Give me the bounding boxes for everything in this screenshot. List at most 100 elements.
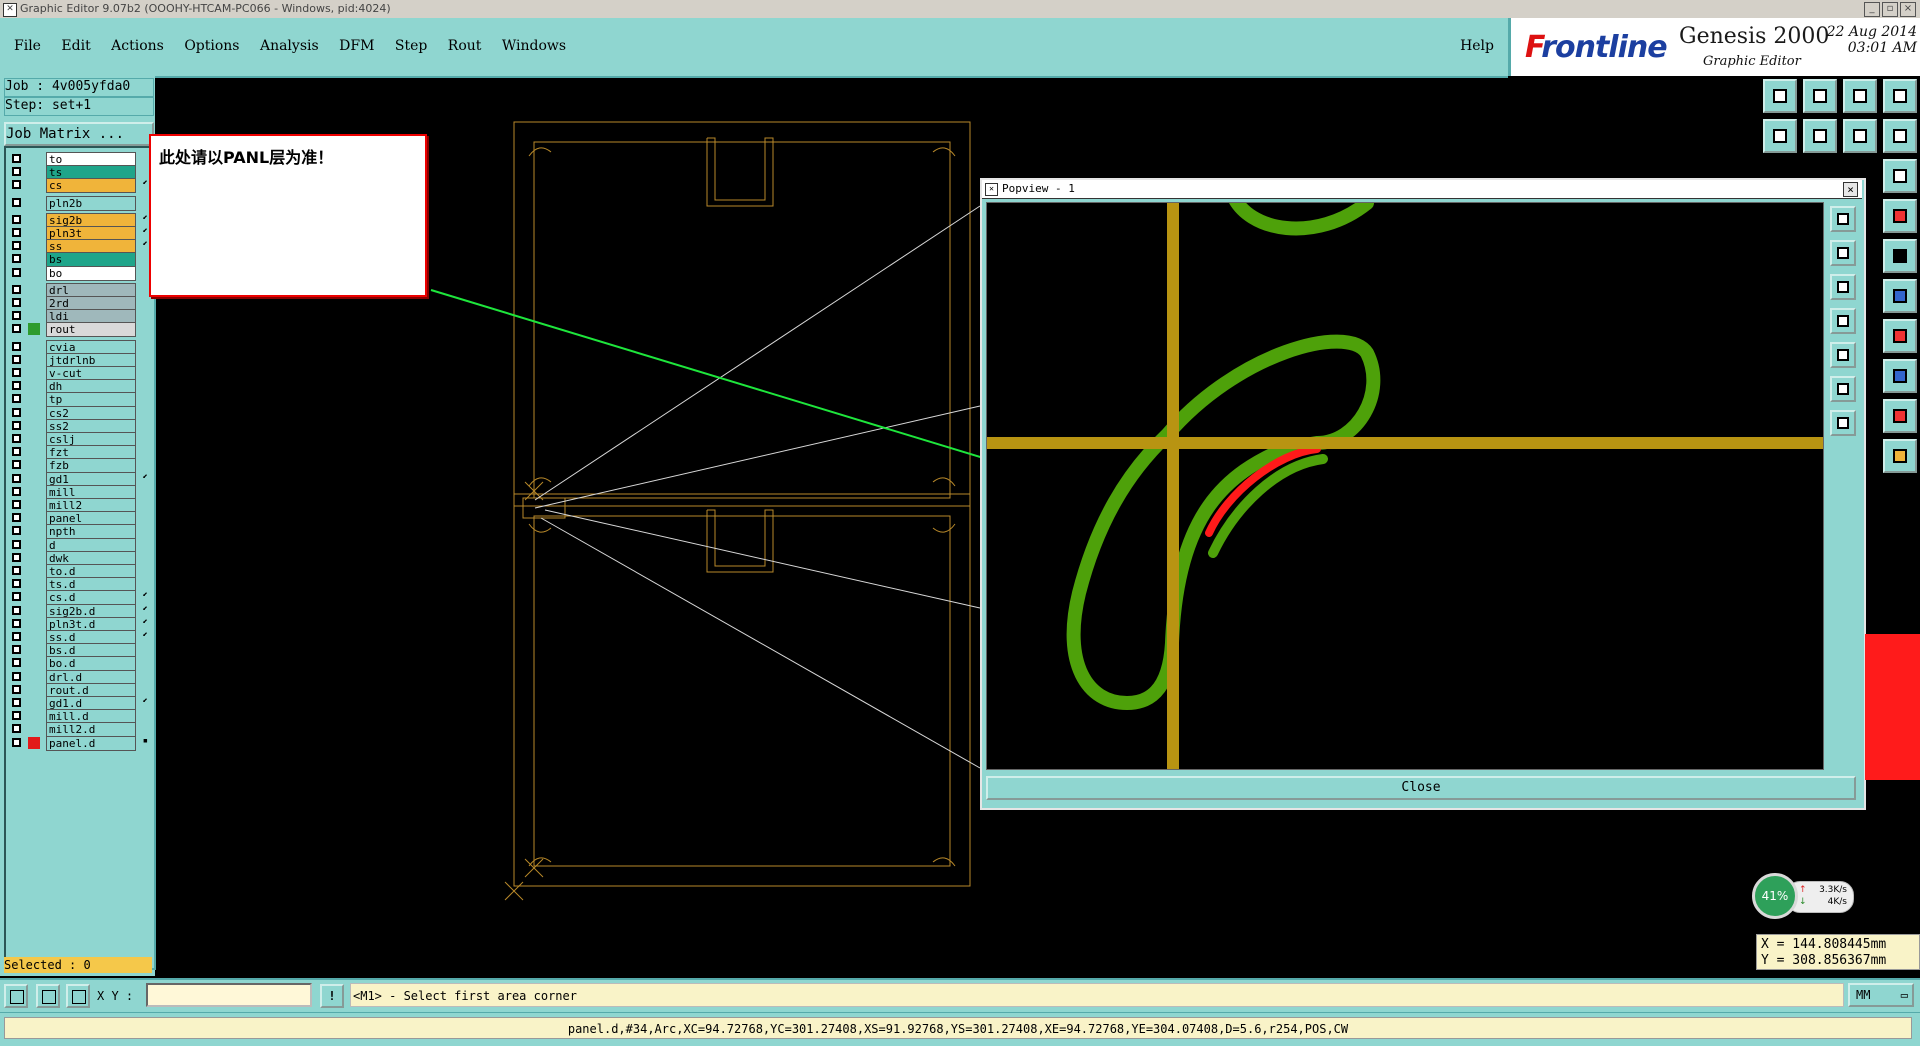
- layer-row[interactable]: gd1 ⬋: [10, 471, 150, 487]
- layer-row[interactable]: npth: [10, 524, 150, 540]
- layer-checkbox[interactable]: [12, 552, 21, 562]
- layer-checkbox[interactable]: [12, 645, 21, 655]
- menu-options[interactable]: Options: [184, 38, 239, 54]
- layer-row[interactable]: jtdrlnb: [10, 352, 150, 368]
- layer-checkbox[interactable]: [12, 180, 21, 190]
- layer-row[interactable]: to: [10, 152, 150, 167]
- menu-file[interactable]: File: [14, 38, 41, 54]
- tool-snap-icon[interactable]: [1883, 279, 1917, 313]
- menu-edit[interactable]: Edit: [61, 38, 90, 54]
- layer-row[interactable]: drl: [10, 282, 150, 298]
- layer-name[interactable]: bo: [46, 265, 136, 281]
- layer-row[interactable]: ss ⬋: [10, 239, 150, 255]
- tool-measure-icon[interactable]: [1883, 199, 1917, 233]
- layer-row[interactable]: pln2b: [10, 195, 150, 211]
- tool-save-icon[interactable]: [1803, 79, 1837, 113]
- layer-row[interactable]: mill: [10, 484, 150, 500]
- tool-flip-icon[interactable]: [1883, 319, 1917, 353]
- layer-checkbox[interactable]: [12, 167, 21, 177]
- layer-row[interactable]: ss2: [10, 418, 150, 434]
- layer-row[interactable]: dh: [10, 379, 150, 395]
- layer-row[interactable]: mill2: [10, 498, 150, 513]
- layer-row[interactable]: rout: [10, 322, 150, 338]
- layer-row[interactable]: v-cut: [10, 366, 150, 381]
- layer-checkbox[interactable]: [12, 618, 21, 628]
- popview-canvas[interactable]: [986, 202, 1824, 770]
- menu-windows[interactable]: Windows: [502, 38, 566, 54]
- tool-grid-icon[interactable]: [1883, 79, 1917, 113]
- layer-row[interactable]: cs ⬋: [10, 178, 150, 194]
- layer-row[interactable]: mill.d: [10, 709, 150, 725]
- layer-checkbox[interactable]: [12, 420, 21, 430]
- layer-row[interactable]: cs.d ⬋: [10, 590, 150, 606]
- layer-name[interactable]: rout: [46, 322, 136, 338]
- layer-checkbox[interactable]: [12, 407, 21, 417]
- layer-checkbox[interactable]: [12, 214, 21, 224]
- layer-checkbox[interactable]: [12, 698, 21, 707]
- layer-checkbox[interactable]: [12, 228, 21, 237]
- layer-row[interactable]: fzt: [10, 445, 150, 461]
- layer-checkbox[interactable]: [12, 267, 21, 277]
- layer-row[interactable]: drl.d: [10, 669, 150, 685]
- layer-row[interactable]: pln3t.d ⬋: [10, 616, 150, 632]
- layer-checkbox[interactable]: [12, 539, 21, 549]
- tool-left-icon[interactable]: [1763, 119, 1797, 153]
- tool-swap-icon[interactable]: [1843, 119, 1877, 153]
- tool-home-icon[interactable]: [1763, 79, 1797, 113]
- layer-row[interactable]: mill2.d: [10, 722, 150, 738]
- popview-close-button[interactable]: Close: [986, 776, 1856, 800]
- layer-row[interactable]: fzb: [10, 458, 150, 474]
- layer-row[interactable]: bs.d: [10, 643, 150, 659]
- menu-dfm[interactable]: DFM: [339, 38, 374, 54]
- layer-row[interactable]: pln3t ⬋: [10, 226, 150, 241]
- maximize-icon[interactable]: ▫: [1882, 2, 1898, 17]
- layer-checkbox[interactable]: [12, 486, 21, 496]
- layer-checkbox[interactable]: [12, 566, 21, 575]
- layer-row[interactable]: bs: [10, 252, 150, 268]
- layer-row[interactable]: to.d: [10, 564, 150, 579]
- menu-rout[interactable]: Rout: [448, 38, 482, 54]
- layer-checkbox[interactable]: [12, 197, 21, 207]
- tool-right-icon[interactable]: [1803, 119, 1837, 153]
- layer-checkbox[interactable]: [12, 324, 21, 334]
- layer-checkbox[interactable]: [12, 526, 21, 536]
- layer-row[interactable]: rout.d: [10, 682, 150, 698]
- layer-name[interactable]: panel.d: [46, 735, 136, 751]
- units-select[interactable]: MM ▭: [1848, 983, 1914, 1007]
- layer-row[interactable]: bo: [10, 265, 150, 281]
- grid-snap-icon[interactable]: [66, 984, 90, 1008]
- layer-name[interactable]: cs: [46, 178, 136, 194]
- layer-checkbox[interactable]: [12, 381, 21, 391]
- layer-checkbox[interactable]: [12, 434, 21, 443]
- layer-row[interactable]: sig2b ⬋: [10, 212, 150, 228]
- layer-row[interactable]: d: [10, 537, 150, 553]
- layer-display-swatch[interactable]: [28, 736, 40, 749]
- tool-profile-icon[interactable]: [1883, 399, 1917, 433]
- layer-checkbox[interactable]: [12, 298, 21, 307]
- layer-row[interactable]: panel.d ▪: [10, 735, 150, 751]
- layer-row[interactable]: tp: [10, 392, 150, 408]
- layer-row[interactable]: sig2b.d ⬋: [10, 603, 150, 619]
- layer-checkbox[interactable]: [12, 473, 21, 483]
- layer-list[interactable]: to ts cs ⬋ pln2b sig2b ⬋ pln3t ⬋ ss ⬋ bs bo drl 2rd ldi…: [4, 146, 156, 970]
- warning-button[interactable]: !: [320, 984, 344, 1008]
- layer-checkbox[interactable]: [12, 241, 21, 251]
- layer-row[interactable]: 2rd: [10, 296, 150, 311]
- layer-checkbox[interactable]: [12, 592, 21, 602]
- layer-checkbox[interactable]: [12, 311, 21, 321]
- close-window-icon[interactable]: ×: [1900, 2, 1916, 17]
- layer-checkbox[interactable]: [12, 724, 21, 734]
- layer-checkbox[interactable]: [12, 394, 21, 404]
- select-mode-icon[interactable]: [4, 984, 28, 1008]
- layer-checkbox[interactable]: [12, 284, 21, 294]
- tool-help-icon[interactable]: [1883, 159, 1917, 193]
- tool-s-icon[interactable]: [1883, 119, 1917, 153]
- minimize-icon[interactable]: _: [1864, 2, 1880, 17]
- layer-checkbox[interactable]: [12, 447, 21, 457]
- layer-checkbox[interactable]: [12, 605, 21, 615]
- menu-analysis[interactable]: Analysis: [260, 38, 319, 54]
- layer-checkbox[interactable]: [12, 460, 21, 470]
- layer-row[interactable]: dwk: [10, 550, 150, 566]
- layer-checkbox[interactable]: [12, 684, 21, 694]
- layer-checkbox[interactable]: [12, 341, 21, 351]
